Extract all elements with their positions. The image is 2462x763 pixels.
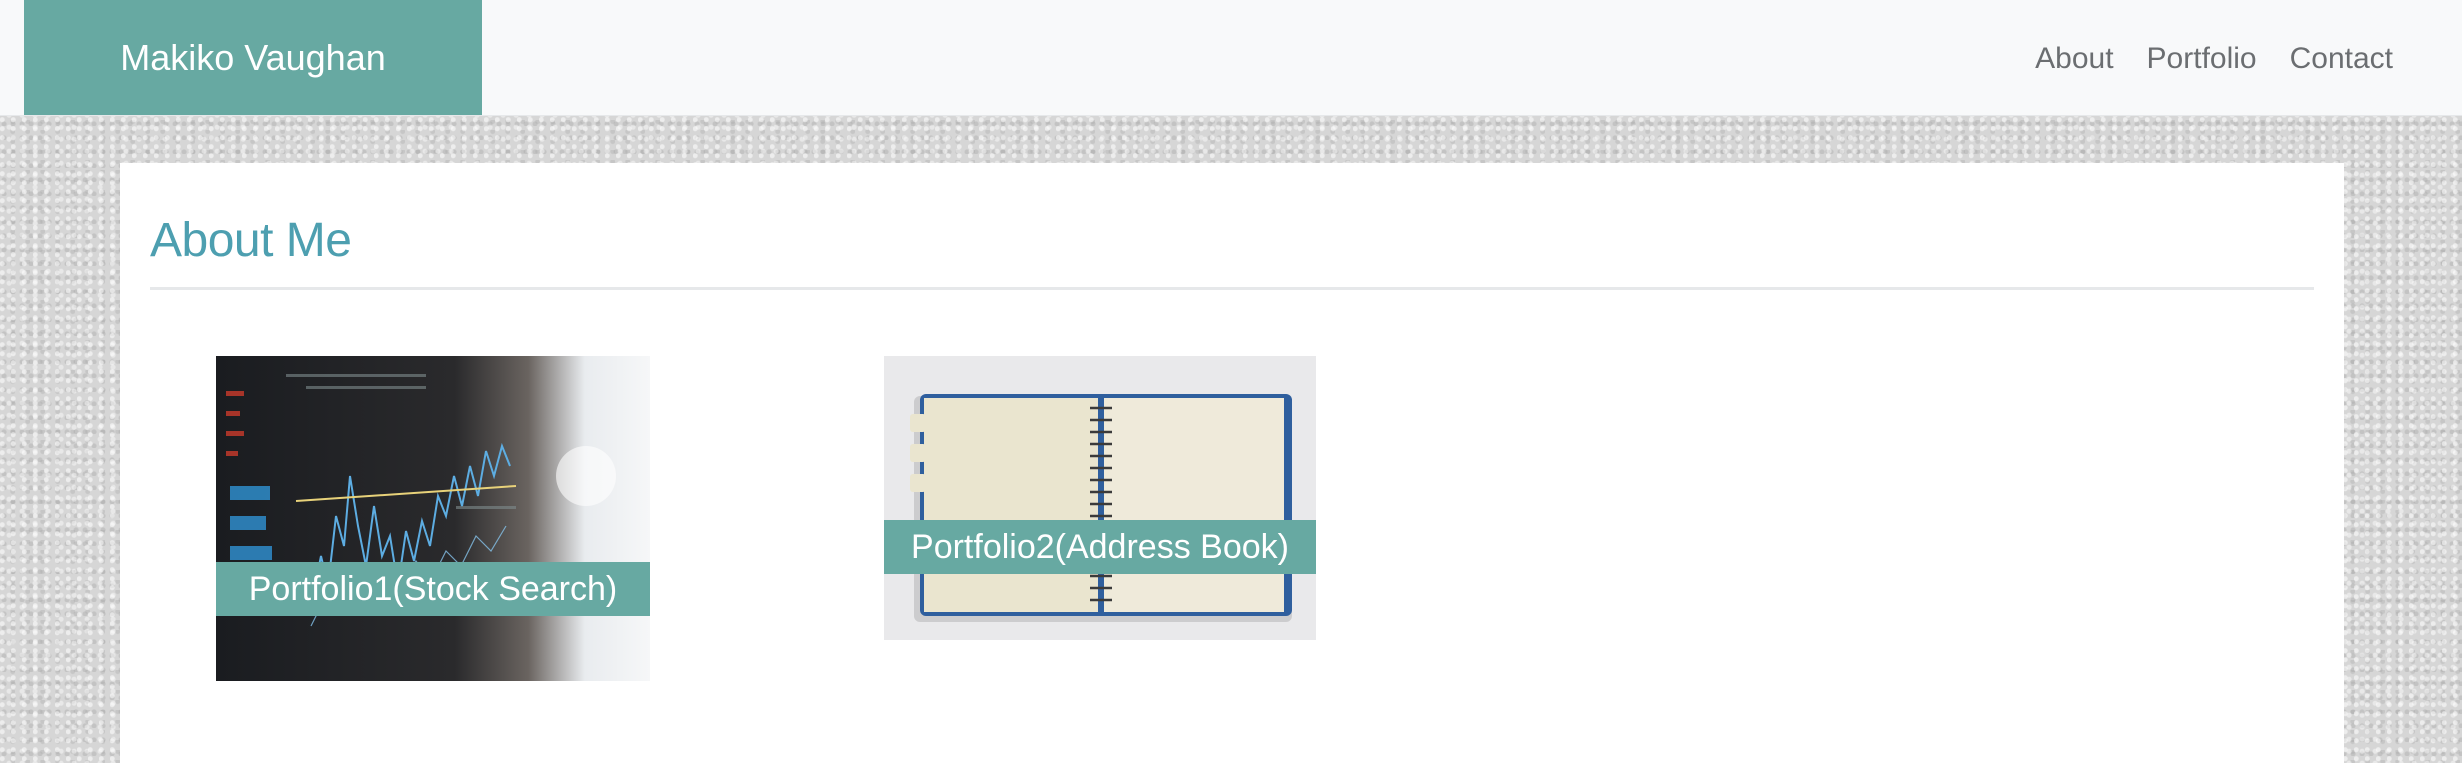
portfolio-title-stock-search: Portfolio1(Stock Search): [216, 562, 650, 616]
heading-divider: [150, 287, 2314, 290]
page-title: About Me: [150, 214, 352, 267]
about-card: About Me Portfolio1(Stock Search) Portfo…: [120, 163, 2344, 763]
portfolio-tile-address-book[interactable]: Portfolio2(Address Book): [884, 356, 1316, 640]
stock-chart-image: [216, 356, 650, 681]
nav-link-contact[interactable]: Contact: [2290, 42, 2393, 76]
nav-link-about[interactable]: About: [2035, 42, 2113, 76]
nav-link-portfolio[interactable]: Portfolio: [2147, 42, 2257, 76]
portfolio-tile-stock-search[interactable]: Portfolio1(Stock Search): [216, 356, 650, 681]
portfolio-title-address-book: Portfolio2(Address Book): [884, 520, 1316, 574]
top-navbar: Makiko Vaughan About Portfolio Contact: [0, 0, 2462, 116]
notebook-image: [884, 356, 1316, 640]
brand-logo-link[interactable]: Makiko Vaughan: [24, 0, 482, 115]
nav-links: About Portfolio Contact: [2035, 0, 2393, 118]
